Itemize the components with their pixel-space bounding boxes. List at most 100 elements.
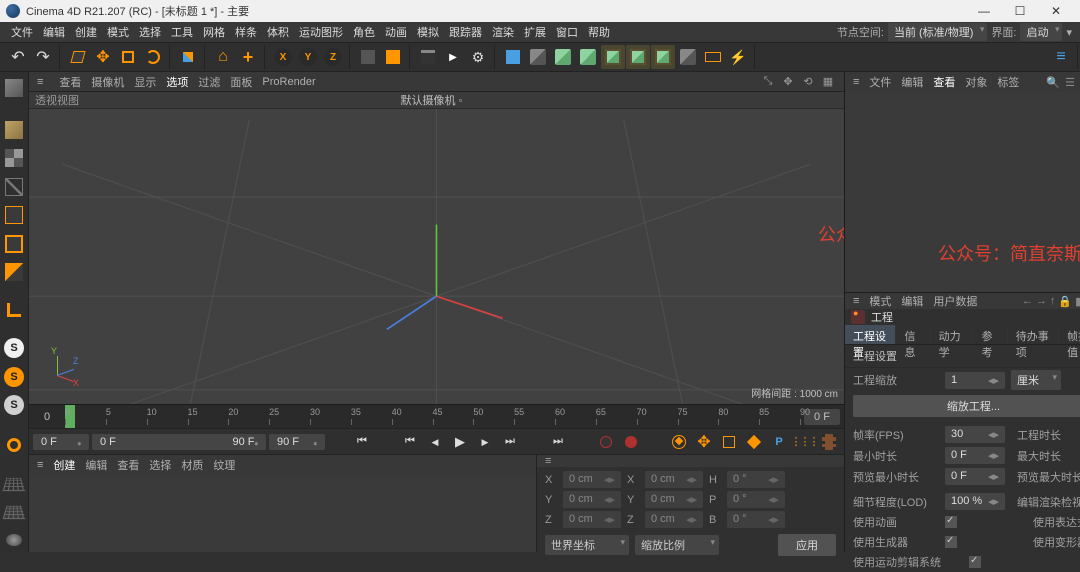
light-create-button[interactable] xyxy=(726,45,750,69)
field-button[interactable] xyxy=(651,45,675,69)
attr-tab-mode[interactable]: 模式 xyxy=(869,293,891,309)
y-axis-lock[interactable]: Y xyxy=(296,45,320,69)
vp-tab-display[interactable]: 显示 xyxy=(134,74,156,90)
workplane-button-2[interactable] xyxy=(0,499,28,524)
undo-button[interactable] xyxy=(6,45,30,69)
render-view-button[interactable] xyxy=(416,45,440,69)
minimize-button[interactable]: — xyxy=(966,0,1002,22)
maximize-button[interactable]: ☐ xyxy=(1002,0,1038,22)
coord-rot-field[interactable]: 0 °◂▸ xyxy=(727,471,785,488)
menu-create[interactable]: 创建 xyxy=(70,22,102,42)
move-tool[interactable] xyxy=(91,45,115,69)
menu-edit[interactable]: 编辑 xyxy=(38,22,70,42)
menu-tool[interactable]: 工具 xyxy=(166,22,198,42)
mat-tab-material[interactable]: 材质 xyxy=(181,457,203,473)
x-axis-lock[interactable]: X xyxy=(271,45,295,69)
goto-prev-key[interactable] xyxy=(399,432,421,452)
coord-size-field[interactable]: 0 cm◂▸ xyxy=(645,511,703,528)
make-editable-button[interactable] xyxy=(0,76,28,101)
object-manager[interactable]: 公众号：简直奈斯 xyxy=(845,92,1080,292)
workplane-button[interactable] xyxy=(0,470,28,495)
menu-file[interactable]: 文件 xyxy=(6,22,38,42)
key-pos-button[interactable] xyxy=(768,432,790,452)
add-button[interactable] xyxy=(236,45,260,69)
point-mode[interactable] xyxy=(0,203,28,228)
workplane-mode[interactable] xyxy=(0,174,28,199)
minlen-field[interactable]: 0 F◂▸ xyxy=(945,447,1005,464)
attr-menu-icon[interactable]: ≡ xyxy=(853,295,859,307)
attr-nav-fwd[interactable]: → xyxy=(1036,295,1047,308)
layout-grid-button[interactable] xyxy=(1049,45,1073,69)
viewport-solo-1[interactable]: S xyxy=(0,336,28,361)
vp-tab-options[interactable]: 选项 xyxy=(166,74,188,90)
vp-nav-dolly[interactable]: ⤡ xyxy=(760,74,776,90)
frame-start-field[interactable]: 0 F xyxy=(33,434,89,450)
gui-layout-select[interactable]: 启动 xyxy=(1020,23,1062,41)
attr-tab-edit[interactable]: 编辑 xyxy=(901,293,923,309)
fps-field[interactable]: 30◂▸ xyxy=(945,426,1005,443)
viewport-menu-icon[interactable] xyxy=(37,76,49,88)
coord-size-field[interactable]: 0 cm◂▸ xyxy=(645,491,703,508)
obj-tab-edit[interactable]: 编辑 xyxy=(901,74,923,90)
rotate-tool[interactable] xyxy=(141,45,165,69)
redo-button[interactable] xyxy=(31,45,55,69)
menu-character[interactable]: 角色 xyxy=(348,22,380,42)
workplane-disc[interactable] xyxy=(0,527,28,552)
usemot-check[interactable] xyxy=(969,556,981,568)
frame-range-field[interactable]: 0 F90 F xyxy=(92,434,266,450)
mat-tab-view[interactable]: 查看 xyxy=(117,457,139,473)
node-space-select[interactable]: 当前 (标准/物理) xyxy=(888,23,987,41)
menu-anim[interactable]: 动画 xyxy=(380,22,412,42)
coord-sys-button-2[interactable] xyxy=(381,45,405,69)
deformer-button[interactable] xyxy=(626,45,650,69)
render-settings-button[interactable] xyxy=(466,45,490,69)
vp-layout-btn[interactable]: ▦ xyxy=(820,74,836,90)
spline-button[interactable] xyxy=(526,45,550,69)
home-button[interactable] xyxy=(211,45,235,69)
timeline-ruler[interactable]: 051015202530354045505560657075808590 xyxy=(65,405,800,428)
keyframe-sel-button[interactable] xyxy=(668,432,690,452)
menu-select[interactable]: 选择 xyxy=(134,22,166,42)
close-button[interactable]: ✕ xyxy=(1038,0,1074,22)
axis-mode[interactable] xyxy=(0,298,28,323)
menu-help[interactable]: 帮助 xyxy=(583,22,615,42)
mograph-button[interactable] xyxy=(601,45,625,69)
viewport-solo-2[interactable]: S xyxy=(0,364,28,389)
subtab-ref[interactable]: 参考 xyxy=(973,325,1007,344)
vp-tab-prorender[interactable]: ProRender xyxy=(262,76,315,88)
generator2-button[interactable] xyxy=(576,45,600,69)
menu-extend[interactable]: 扩展 xyxy=(519,22,551,42)
vp-nav-zoom[interactable]: ✥ xyxy=(780,74,796,90)
coord-pos-field[interactable]: 0 cm◂▸ xyxy=(563,511,621,528)
model-mode[interactable] xyxy=(0,117,28,142)
menu-mograph[interactable]: 运动图形 xyxy=(294,22,348,42)
subtab-interp[interactable]: 帧插值 xyxy=(1059,325,1080,344)
generator-button[interactable] xyxy=(551,45,575,69)
coord-pos-field[interactable]: 0 cm◂▸ xyxy=(563,471,621,488)
primitive-cube-button[interactable] xyxy=(501,45,525,69)
record-button[interactable] xyxy=(595,432,617,452)
key-dots-button[interactable] xyxy=(793,432,815,452)
coord-rot-field[interactable]: 0 °◂▸ xyxy=(727,511,785,528)
layout-toggle-icon[interactable]: ▾ xyxy=(1066,26,1072,39)
attr-new-icon[interactable]: ◧ xyxy=(1075,295,1080,308)
frame-end-field[interactable]: 90 F xyxy=(269,434,325,450)
viewport-solo-3[interactable]: S xyxy=(0,393,28,418)
attr-tab-userdata[interactable]: 用户数据 xyxy=(933,293,977,309)
coord-scale-select[interactable]: 缩放比例 xyxy=(635,535,719,555)
mat-tab-create[interactable]: 创建 xyxy=(53,457,75,473)
snap-button[interactable] xyxy=(0,433,28,458)
coord-menu-icon[interactable]: ≡ xyxy=(545,455,551,467)
autokey-button[interactable] xyxy=(620,432,642,452)
last-tool[interactable] xyxy=(176,45,200,69)
key-move-button[interactable] xyxy=(693,432,715,452)
next-frame-button[interactable] xyxy=(474,432,496,452)
coord-pos-field[interactable]: 0 cm◂▸ xyxy=(563,491,621,508)
viewport-3d[interactable]: 公众号：简直奈斯 Y X Z 网格间距 : 1000 cm xyxy=(29,109,844,404)
proj-scale-field[interactable]: 1◂▸ xyxy=(945,372,1005,389)
coord-rot-field[interactable]: 0 °◂▸ xyxy=(727,491,785,508)
z-axis-lock[interactable]: Z xyxy=(321,45,345,69)
coord-size-field[interactable]: 0 cm◂▸ xyxy=(645,471,703,488)
obj-search-icon[interactable]: 🔍 xyxy=(1046,75,1060,89)
scene-button[interactable] xyxy=(676,45,700,69)
